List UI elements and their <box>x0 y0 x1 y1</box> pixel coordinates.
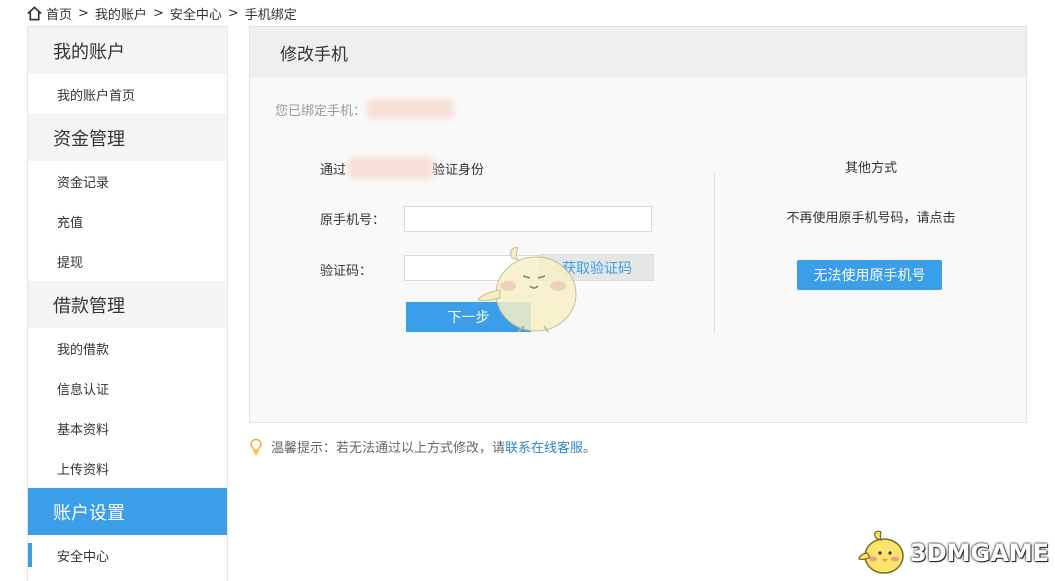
sidebar-item-recharge[interactable]: 充值 <box>28 201 227 241</box>
panel-title: 修改手机 <box>250 27 1026 77</box>
breadcrumb-my-account[interactable]: 我的账户 <box>95 4 147 23</box>
bound-phone-line: 您已绑定手机： <box>275 99 455 119</box>
tip-suffix: 。 <box>583 441 597 456</box>
column-divider <box>714 173 715 333</box>
old-phone-label: 原手机号： <box>320 213 386 228</box>
verify-title: 通过 验证身份 <box>320 157 484 179</box>
verify-method-redacted <box>348 157 435 179</box>
sidebar-item-fund-records[interactable]: 资金记录 <box>28 161 227 201</box>
verify-suffix: 验证身份 <box>432 162 485 178</box>
chick-logo-icon <box>858 530 904 574</box>
home-icon[interactable] <box>27 5 42 21</box>
sidebar-item-withdraw[interactable]: 提现 <box>28 241 227 281</box>
breadcrumb: 首页 > 我的账户 > 安全中心 > 手机绑定 <box>27 4 297 23</box>
breadcrumb-separator: > <box>227 5 239 21</box>
sidebar-section-loans: 借款管理 <box>28 281 227 328</box>
contact-support-link[interactable]: 联系在线客服 <box>505 437 583 456</box>
sidebar-item-info-verify[interactable]: 信息认证 <box>28 368 227 408</box>
watermark-text: 3DMGAME <box>910 539 1050 567</box>
sidebar-section-my-account: 我的账户 <box>28 27 227 74</box>
sidebar-section-funds: 资金管理 <box>28 114 227 161</box>
3dmgame-watermark: 3DMGAME <box>858 528 1049 578</box>
bound-phone-redacted <box>366 99 455 119</box>
verify-prefix: 通过 <box>320 162 347 178</box>
tip-text: 温馨提示：若无法通过以上方式修改，请 <box>271 441 506 456</box>
sidebar: 我的账户 我的账户首页 资金管理 资金记录 充值 提现 借款管理 我的借款 信息… <box>27 26 228 581</box>
breadcrumb-security-center[interactable]: 安全中心 <box>170 4 222 23</box>
breadcrumb-current: 手机绑定 <box>244 7 297 23</box>
tip-line: 温馨提示：若无法通过以上方式修改，请 联系在线客服 。 <box>249 437 596 456</box>
sidebar-item-upload-docs[interactable]: 上传资料 <box>28 448 227 488</box>
sidebar-item-account-home[interactable]: 我的账户首页 <box>28 74 227 114</box>
old-phone-input[interactable] <box>404 206 652 232</box>
other-methods-note: 不再使用原手机号码，请点击 <box>786 211 956 226</box>
breadcrumb-separator: > <box>78 5 89 21</box>
verification-code-label: 验证码： <box>320 264 373 279</box>
breadcrumb-home[interactable]: 首页 <box>46 4 72 23</box>
change-phone-panel: 修改手机 您已绑定手机： 通过 验证身份 原手机号： 验证码： 获取验证码 下一… <box>249 26 1027 423</box>
sidebar-item-my-loans[interactable]: 我的借款 <box>28 328 227 368</box>
sidebar-section-account-settings[interactable]: 账户设置 <box>28 488 227 535</box>
bound-phone-label: 您已绑定手机： <box>275 103 367 119</box>
sidebar-item-security-center[interactable]: 安全中心 <box>28 535 227 575</box>
mascot-overlay-image <box>478 247 577 333</box>
cannot-use-old-phone-button[interactable]: 无法使用原手机号 <box>797 260 942 290</box>
breadcrumb-separator: > <box>152 5 164 21</box>
sidebar-item-basic-info[interactable]: 基本资料 <box>28 408 227 448</box>
other-methods-title: 其他方式 <box>844 161 897 176</box>
lightbulb-icon <box>250 438 262 455</box>
